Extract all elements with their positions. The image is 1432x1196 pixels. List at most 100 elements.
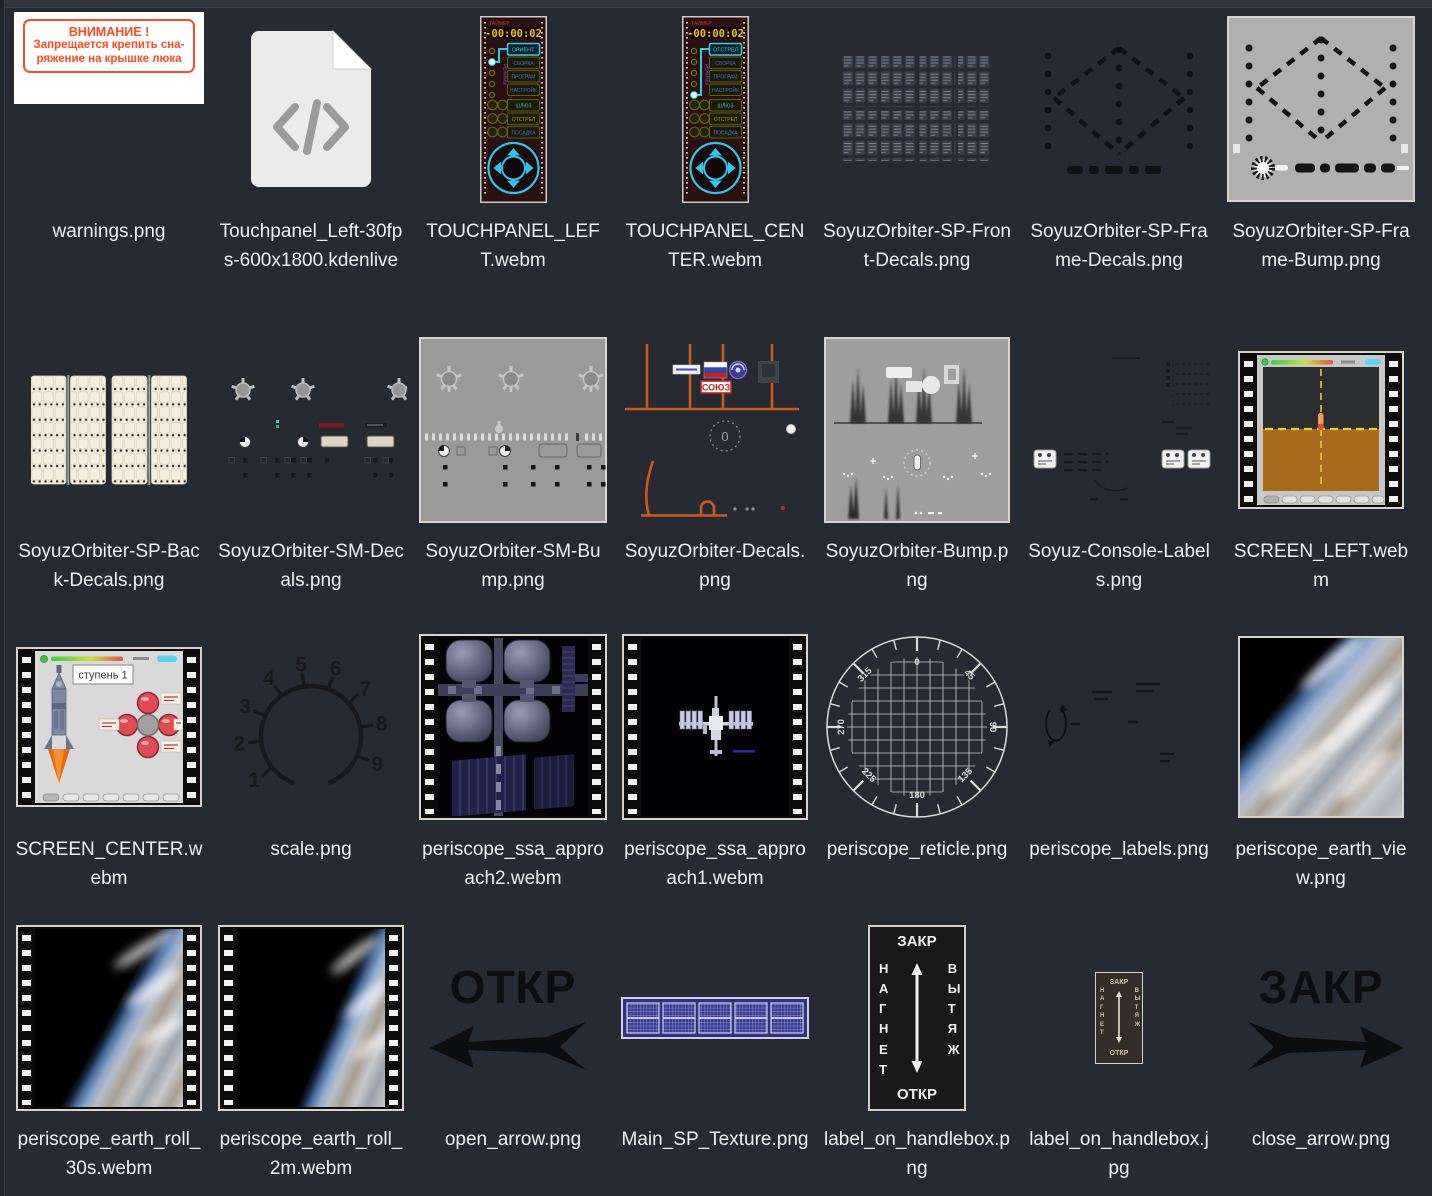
handlebox-jpg-thumbnail: ЗАКР НАГНЕТ ВЫТЯЖ ОТКР (1095, 972, 1143, 1064)
main-sp-texture-thumbnail (621, 997, 809, 1039)
scale-thumbnail: 1 2 3 4 5 6 7 8 9 (231, 652, 391, 802)
sm-decals-thumbnail (215, 374, 407, 486)
open-arrow-thumbnail: ОТКР (428, 964, 598, 1072)
file-name: label_on_handlebox.jpg (1025, 1125, 1213, 1183)
svg-text:-00:00:02: -00:00:02 (687, 28, 744, 40)
file-item-console-labels[interactable]: Soyuz-Console-Labels.png (1018, 332, 1220, 628)
screen-left-thumbnail (1238, 351, 1404, 509)
file-item-frame-bump[interactable]: SoyuzOrbiter-SP-Frame-Bump.png (1220, 10, 1422, 332)
file-item-reticle[interactable]: 0 45 90 135 180 225 270 315 periscope_re… (816, 628, 1018, 920)
file-item-front-decals[interactable]: SoyuzOrbiter-SP-Front-Decals.png (816, 10, 1018, 332)
file-item-open-arrow[interactable]: ОТКР open_arrow.png (412, 920, 614, 1196)
file-item-approach1[interactable]: periscope_ssa_approach1.webm (614, 628, 816, 920)
file-item-kdenlive[interactable]: Touchpanel_Left-30fps-600x1800.kdenlive (210, 10, 412, 332)
close-word: ЗАКР (1259, 964, 1384, 1010)
handlebox-right-label: ВЫТЯЖ (1135, 987, 1138, 1029)
file-item-main-sp-texture[interactable]: Main_SP_Texture.png (614, 920, 816, 1196)
svg-text:РЕЖИМЫ: РЕЖИМЫ (704, 64, 709, 85)
svg-text:1: 1 (248, 769, 260, 792)
handlebox-top-label: ЗАКР (1096, 979, 1142, 986)
svg-text:ШЛЮЗ: ШЛЮЗ (717, 103, 733, 109)
screen-center-thumbnail: ступень 1 (16, 647, 202, 807)
file-item-handlebox-png[interactable]: ЗАКР НАГНЕТ ВЫТЯЖ ОТКР label_on_handlebo… (816, 920, 1018, 1196)
file-item-screen-center[interactable]: ступень 1 (8, 628, 210, 920)
film-holes (1389, 357, 1398, 503)
svg-text:НАСТРОЙК: НАСТРОЙК (712, 86, 739, 94)
camera-label-boxes (1034, 450, 1210, 468)
file-name: SoyuzOrbiter-SP-Front-Decals.png (823, 217, 1011, 275)
file-item-touchpanel-left[interactable]: ТАЙМЕР -00:00:02 РЕЖИМЫ ОРИЕНТ. СБОРКА (412, 10, 614, 332)
svg-text:9: 9 (371, 753, 383, 776)
file-item-earth-view[interactable]: periscope_earth_view.png (1220, 628, 1422, 920)
svg-text:ПРОГРАМ: ПРОГРАМ (713, 74, 737, 80)
file-name: TOUCHPANEL_CENTER.webm (621, 217, 809, 275)
file-name: SCREEN_CENTER.webm (15, 835, 203, 893)
film-holes (22, 653, 31, 801)
file-name: open_arrow.png (445, 1125, 581, 1154)
handlebox-png-thumbnail: ЗАКР НАГНЕТ ВЫТЯЖ ОТКР (868, 925, 966, 1111)
left-arrow-icon (428, 1020, 598, 1072)
window-edge-line (4, 0, 5, 1196)
film-holes (187, 653, 196, 801)
valve-icons (232, 378, 407, 400)
file-name: periscope_ssa_approach2.webm (419, 835, 607, 893)
handlebox-left-label: НАГНЕТ (879, 959, 886, 1080)
svg-text:90: 90 (987, 722, 998, 733)
file-name: warnings.png (52, 217, 165, 246)
file-item-touchpanel-center[interactable]: ТАЙМЕР -00:00:02 РЕЖИМЫ ОТСТРЕЛ СБОРКА (614, 10, 816, 332)
file-item-handlebox-jpg[interactable]: ЗАКР НАГНЕТ ВЫТЯЖ ОТКР label_on_handlebo… (1018, 920, 1220, 1196)
file-name: SCREEN_LEFT.webm (1227, 537, 1415, 595)
file-item-sm-bump[interactable]: SoyuzOrbiter-SM-Bump.png (412, 332, 614, 628)
svg-text:ОТСТРЕЛ: ОТСТРЕЛ (511, 117, 534, 123)
file-row: periscope_earth_roll_30s.webm periscope_… (8, 920, 1422, 1196)
file-item-warnings[interactable]: ВНИМАНИЕ ! Запрещается крепить сна- ряже… (8, 10, 210, 332)
frame-bump-thumbnail (1227, 16, 1415, 202)
film-holes (22, 931, 31, 1105)
console-labels-thumbnail (1024, 350, 1214, 510)
file-item-approach2[interactable]: periscope_ssa_approach2.webm (412, 628, 614, 920)
file-item-orbiter-decals[interactable]: СОЮЗ 0 Soyuz (614, 332, 816, 628)
svg-text:5: 5 (295, 654, 307, 677)
reticle-thumbnail: 0 45 90 135 180 225 270 315 (822, 632, 1012, 822)
svg-text:ОТСТРЕЛ: ОТСТРЕЛ (712, 47, 738, 53)
file-item-orbiter-bump[interactable]: SoyuzOrbiter-Bump.png (816, 332, 1018, 628)
handlebox-top-label: ЗАКР (870, 933, 964, 950)
file-item-earth-roll-2m[interactable]: periscope_earth_roll_2m.webm (210, 920, 412, 1196)
file-name: SoyuzOrbiter-SM-Decals.png (217, 537, 405, 595)
sm-bump-thumbnail (419, 337, 607, 523)
svg-text:ШЛЮЗ: ШЛЮЗ (515, 103, 531, 109)
file-item-back-decals[interactable]: SoyuzOrbiter-SP-Back-Decals.png (8, 332, 210, 628)
handlebox-left-label: НАГНЕТ (1100, 987, 1103, 1037)
file-name: scale.png (270, 835, 351, 864)
file-item-earth-roll-30s[interactable]: periscope_earth_roll_30s.webm (8, 920, 210, 1196)
file-name: periscope_labels.png (1029, 835, 1209, 864)
file-name: Soyuz-Console-Labels.png (1025, 537, 1213, 595)
file-item-periscope-labels[interactable]: periscope_labels.png (1018, 628, 1220, 920)
svg-text:СОЮЗ: СОЮЗ (702, 383, 731, 393)
svg-text:ОТСТРЕЛ: ОТСТРЕЛ (713, 117, 736, 123)
svg-text:СБОРКА: СБОРКА (513, 61, 534, 67)
file-item-scale[interactable]: 1 2 3 4 5 6 7 8 9 scale.png (210, 628, 412, 920)
film-holes (187, 931, 196, 1105)
file-grid: ВНИМАНИЕ ! Запрещается крепить сна- ряже… (8, 10, 1422, 1196)
file-row: ВНИМАНИЕ ! Запрещается крепить сна- ряже… (8, 10, 1422, 332)
frame-decals-thumbnail (1038, 38, 1200, 180)
svg-text:ТАЙМЕР: ТАЙМЕР (489, 19, 510, 27)
file-item-frame-decals[interactable]: SoyuzOrbiter-SP-Frame-Decals.png (1018, 10, 1220, 332)
svg-text:0: 0 (721, 429, 728, 444)
svg-text:ПРОГРАМ: ПРОГРАМ (511, 74, 535, 80)
svg-text:СБОРКА: СБОРКА (715, 61, 736, 67)
rotation-arrow-icon (1046, 708, 1066, 741)
file-item-sm-decals[interactable]: SoyuzOrbiter-SM-Decals.png (210, 332, 412, 628)
approach1-thumbnail (622, 634, 808, 820)
file-manager-window: { "colors":{ "background":"#262a33","lab… (0, 0, 1432, 1196)
handlebox-bottom-label: ОТКР (870, 1086, 964, 1103)
film-holes (628, 640, 637, 814)
film-holes (224, 931, 233, 1105)
code-file-icon (249, 29, 373, 189)
file-item-screen-left[interactable]: SCREEN_LEFT.webm (1220, 332, 1422, 628)
periscope-labels-thumbnail (1036, 672, 1202, 782)
file-name: periscope_earth_roll_30s.webm (15, 1125, 203, 1183)
file-item-close-arrow[interactable]: ЗАКР close_arrow.png (1220, 920, 1422, 1196)
film-holes (592, 640, 601, 814)
